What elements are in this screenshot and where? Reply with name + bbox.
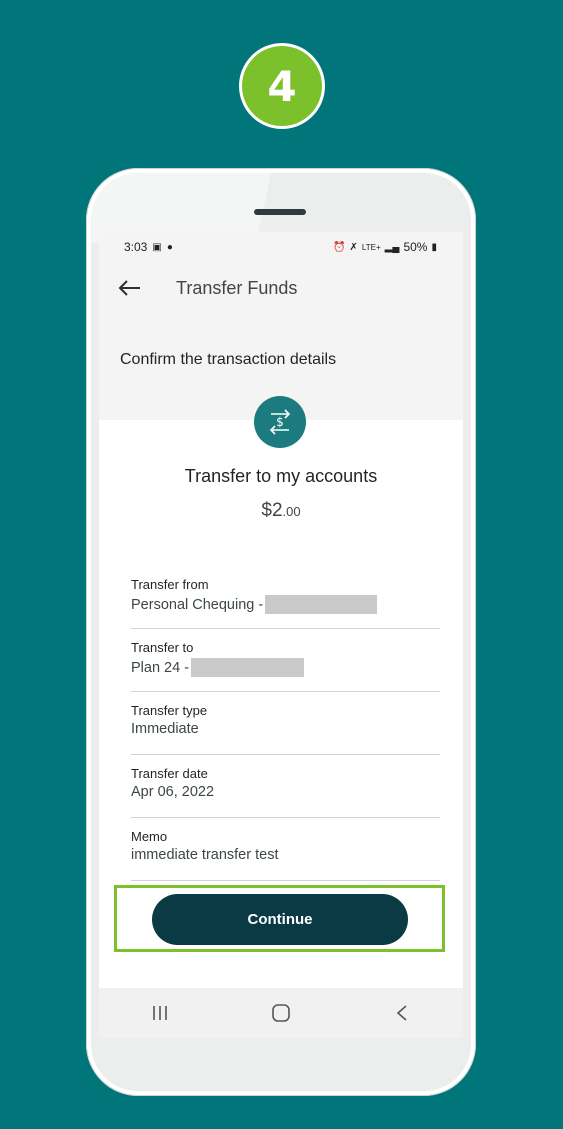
detail-label: Memo (131, 829, 168, 844)
amount-cents: .00 (282, 504, 301, 519)
transfer-title: Transfer to my accounts (184, 466, 378, 486)
transfer-dollar-icon: $ (254, 396, 306, 448)
transfer-details-list: Transfer from Personal Chequing - Transf… (131, 567, 440, 882)
step-number-badge: 4 (239, 43, 325, 129)
signal-icon: ▂▄ (384, 241, 400, 253)
detail-value: Personal Chequing - (131, 595, 378, 614)
svg-text:$: $ (276, 415, 284, 429)
alarm-icon: ⏰ (333, 241, 346, 253)
detail-label: Transfer type (131, 703, 208, 718)
network-type: LTE+ (361, 242, 381, 252)
detail-label: Transfer from (131, 577, 209, 592)
status-right: ⏰ ✗ LTE+ ▂▄ 50% ▮ (333, 240, 437, 254)
phone-speaker (254, 209, 306, 215)
system-nav-bar (99, 988, 463, 1038)
detail-value-text: Plan 24 - (131, 659, 190, 676)
confirm-heading: Confirm the transaction details (120, 351, 337, 368)
detail-value-text: Personal Chequing - (131, 596, 264, 613)
detail-value: Immediate (131, 721, 199, 737)
page-title: Transfer Funds (176, 278, 298, 298)
messenger-notification-icon: ● (166, 241, 173, 253)
detail-label: Transfer to (131, 640, 194, 655)
gallery-notification-icon: ▣ (152, 241, 162, 253)
app-screen: 3:03 ▣ ● ⏰ ✗ LTE+ ▂▄ 50% ▮ Transfer Fund… (99, 232, 463, 1038)
mute-icon: ✗ (349, 241, 358, 253)
detail-row-transfer-date: Transfer date Apr 06, 2022 (131, 756, 440, 818)
detail-value: immediate transfer test (131, 847, 279, 863)
detail-label: Transfer date (131, 766, 208, 781)
status-bar: 3:03 ▣ ● ⏰ ✗ LTE+ ▂▄ 50% ▮ (99, 232, 463, 262)
redacted-account-number (191, 658, 305, 677)
detail-row-transfer-type: Transfer type Immediate (131, 693, 440, 755)
battery-icon: ▮ (431, 241, 437, 253)
status-left: 3:03 ▣ ● (124, 240, 173, 254)
status-time: 3:03 (124, 240, 148, 254)
detail-row-memo: Memo immediate transfer test (131, 819, 440, 881)
recents-icon[interactable] (130, 993, 190, 1033)
back-arrow-icon[interactable] (118, 276, 142, 300)
battery-percent: 50% (403, 240, 428, 254)
redacted-account-number (265, 595, 378, 614)
detail-row-transfer-from: Transfer from Personal Chequing - (131, 567, 440, 629)
detail-value: Apr 06, 2022 (131, 784, 215, 800)
amount-dollars: $2 (261, 500, 283, 521)
detail-row-transfer-to: Transfer to Plan 24 - (131, 630, 440, 692)
continue-button[interactable]: Continue (152, 894, 408, 945)
back-icon[interactable] (372, 993, 432, 1033)
detail-value: Plan 24 - (131, 658, 305, 677)
app-bar: Transfer Funds (99, 268, 463, 308)
home-icon[interactable] (251, 993, 311, 1033)
transfer-amount: $2.00 (99, 500, 463, 522)
